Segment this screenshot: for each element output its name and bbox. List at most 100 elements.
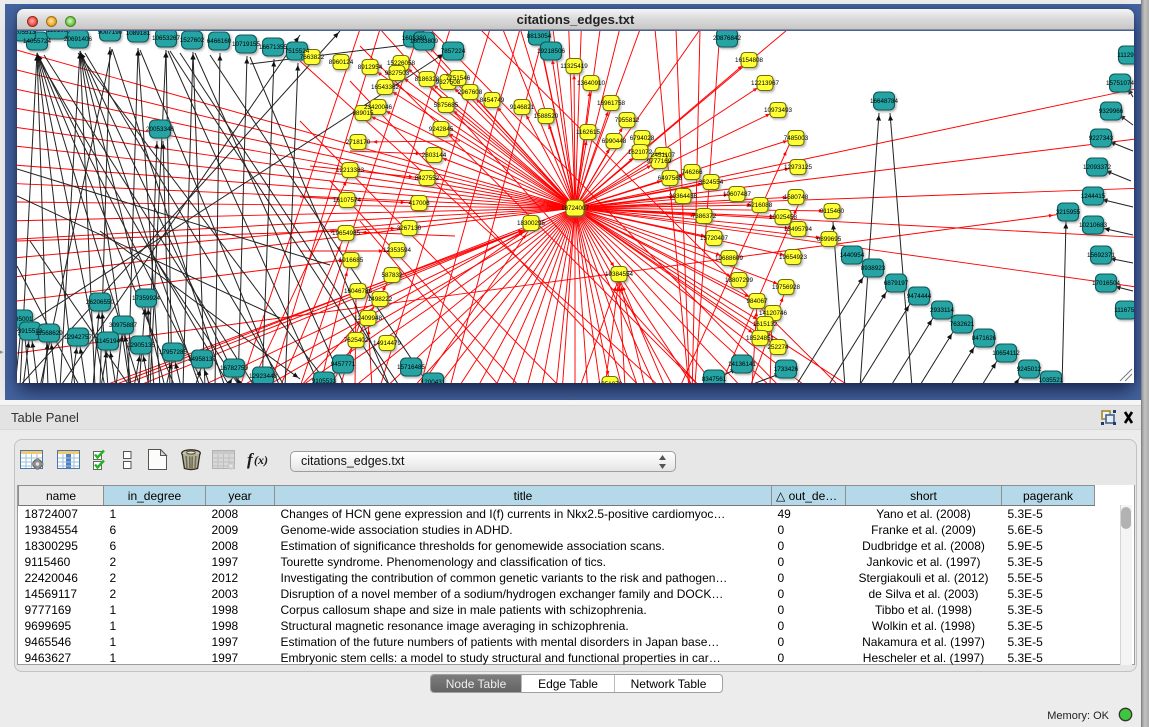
svg-text:30975887: 30975887 [109,322,138,329]
svg-text:6497568: 6497568 [658,175,683,182]
svg-text:26206550: 26206550 [86,299,115,306]
svg-text:7625402: 7625402 [344,337,369,344]
svg-text:995001: 995001 [17,316,33,323]
svg-text:3215955: 3215955 [1056,209,1081,216]
svg-text:10719155: 10719155 [232,41,261,48]
svg-text:13495794: 13495794 [784,226,813,233]
svg-text:12942757: 12942757 [64,334,93,341]
svg-text:(x): (x) [254,453,268,467]
svg-text:252274: 252274 [767,344,789,351]
svg-text:7386372: 7386372 [692,213,717,220]
svg-text:5875685: 5875685 [434,102,459,109]
svg-text:9105533: 9105533 [312,378,337,383]
svg-text:9827503: 9827503 [385,70,410,77]
svg-text:12353594: 12353594 [383,247,412,254]
svg-text:12093372: 12093372 [1083,164,1112,171]
svg-text:15720407: 15720407 [700,235,729,242]
svg-text:7663822: 7663822 [300,54,325,61]
svg-text:8912954: 8912954 [358,64,383,71]
svg-text:2933114: 2933114 [930,307,955,314]
svg-text:205513: 205513 [17,31,36,36]
svg-text:9146821: 9146821 [510,104,535,111]
svg-text:14136141: 14136141 [728,361,757,368]
svg-text:18524851: 18524851 [746,335,775,342]
svg-text:1621072: 1621072 [628,149,653,156]
svg-text:8427552: 8427552 [415,175,440,182]
svg-text:15226058: 15226058 [387,60,416,67]
svg-text:1112969: 1112969 [1117,52,1134,59]
svg-text:9115460: 9115460 [820,208,845,215]
svg-text:10653267: 10653267 [152,35,181,42]
svg-text:20053346: 20053346 [146,126,175,133]
svg-text:11325419: 11325419 [560,63,588,70]
svg-text:16107574: 16107574 [333,197,362,204]
svg-text:1244415: 1244415 [1081,193,1106,200]
svg-text:1615132: 1615132 [753,321,778,328]
svg-text:16961758: 16961758 [597,100,626,107]
svg-text:20691406: 20691406 [64,36,93,43]
svg-text:7485003: 7485003 [784,135,809,142]
svg-text:7751546: 7751546 [446,75,471,82]
svg-text:6794028: 6794028 [630,135,655,142]
svg-text:9777169: 9777169 [647,158,672,165]
svg-text:9227343: 9227343 [1089,135,1114,142]
svg-text:19756928: 19756928 [772,284,801,291]
svg-text:12409948: 12409948 [354,315,383,322]
svg-text:6899695: 6899695 [817,236,842,243]
svg-text:18300295: 18300295 [517,220,546,227]
svg-text:16046788: 16046788 [344,288,373,295]
svg-text:16782759: 16782759 [220,365,249,372]
svg-text:10973493: 10973493 [764,107,793,114]
svg-text:14120746: 14120746 [759,310,788,317]
svg-text:10025458: 10025458 [769,214,798,221]
svg-text:1035521: 1035521 [1039,377,1064,383]
svg-text:417006: 417006 [408,200,430,207]
svg-text:9329966: 9329966 [1099,108,1124,115]
svg-text:6466160: 6466160 [207,38,232,45]
svg-text:15692371: 15692371 [1087,252,1116,259]
svg-text:1733426: 1733426 [774,366,799,373]
svg-text:10210683: 10210683 [1079,222,1108,229]
svg-text:10607487: 10607487 [723,191,752,198]
svg-text:16033809: 16033809 [410,38,439,45]
svg-text:13640910: 13640910 [577,80,606,87]
svg-text:10688609: 10688609 [715,255,744,262]
svg-text:7857224: 7857224 [441,48,466,55]
svg-text:746266: 746266 [681,169,703,176]
svg-text:118106: 118106 [47,31,68,34]
svg-text:1116753: 1116753 [1114,307,1134,314]
svg-text:11568629: 11568629 [35,330,63,337]
svg-text:2803144: 2803144 [422,152,447,159]
svg-text:16648784: 16648784 [870,98,899,105]
svg-text:17016504: 17016504 [1092,280,1121,287]
svg-text:19654985: 19654985 [332,230,361,237]
svg-text:14958137: 14958137 [188,356,217,363]
svg-text:12905135: 12905135 [127,342,156,349]
svg-text:8960124: 8960124 [329,59,354,66]
svg-text:19218506: 19218506 [537,48,566,55]
svg-text:18724007: 18724007 [561,205,590,212]
svg-text:1580748: 1580748 [784,194,809,201]
svg-text:19384554: 19384554 [605,271,634,278]
svg-text:9457771: 9457771 [331,361,356,368]
svg-text:8347561: 8347561 [702,376,727,383]
svg-text:1916685: 1916685 [339,257,364,264]
svg-text:1440954: 1440954 [840,252,865,259]
svg-text:989015: 989015 [352,110,374,117]
svg-text:587832: 587832 [381,272,403,279]
svg-text:3624554: 3624554 [699,179,724,186]
svg-text:16154808: 16154808 [735,57,764,64]
svg-text:18807299: 18807299 [725,277,754,284]
svg-text:15751074: 15751074 [1106,80,1134,87]
svg-text:14914479: 14914479 [373,340,402,347]
svg-text:20364436: 20364436 [669,193,698,200]
svg-text:1951078: 1951078 [598,381,623,383]
svg-text:17359924: 17359924 [132,295,161,302]
svg-text:6879197: 6879197 [884,280,909,287]
svg-text:1588520: 1588520 [534,113,559,120]
svg-text:8471626: 8471626 [972,335,997,342]
svg-text:1498222: 1498222 [368,296,393,303]
svg-text:12923448: 12923448 [249,373,278,380]
svg-text:12213967: 12213967 [751,80,780,87]
svg-text:12973125: 12973125 [784,164,813,171]
